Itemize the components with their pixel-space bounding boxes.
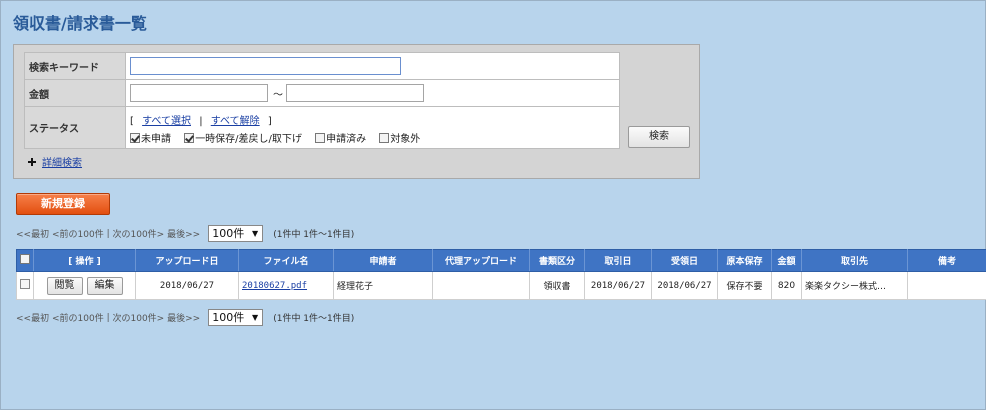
- checkbox-icon[interactable]: [20, 254, 30, 264]
- cell-proxy-upload: [432, 271, 530, 300]
- status-applied-label: 申請済み: [326, 134, 367, 145]
- per-page-value: 100件: [212, 311, 245, 324]
- table-header-row: [ 操作 ] アップロード日 ファイル名 申請者 代理アップロード 書類区分 取…: [16, 249, 986, 272]
- result-count: (1件中 1件～1件目): [273, 230, 355, 240]
- col-proxy-upload[interactable]: 代理アップロード: [432, 249, 530, 272]
- per-page-value: 100件: [212, 227, 245, 240]
- checkbox-checked-icon[interactable]: [130, 133, 140, 143]
- advanced-search-link[interactable]: 詳細検索: [42, 158, 82, 169]
- checkbox-icon[interactable]: [379, 133, 390, 143]
- col-amount[interactable]: 金額: [771, 249, 802, 272]
- amount-separator: ～: [273, 89, 283, 101]
- cell-applicant: 経理花子: [333, 271, 433, 300]
- select-all-checkbox[interactable]: [16, 249, 34, 272]
- col-file-name[interactable]: ファイル名: [238, 249, 334, 272]
- status-unapplied[interactable]: 未申請: [130, 133, 171, 145]
- deselect-all-link[interactable]: すべて解除: [211, 116, 260, 127]
- link-separator: |: [199, 116, 203, 127]
- bracket-close: ]: [267, 116, 272, 127]
- select-all-link[interactable]: すべて選択: [142, 116, 191, 127]
- new-register-button[interactable]: 新規登録: [16, 193, 110, 215]
- amount-to-input[interactable]: [286, 84, 424, 102]
- keyword-label: 検索キーワード: [24, 52, 126, 80]
- page-title: 領収書/請求書一覧: [13, 14, 147, 33]
- keyword-input[interactable]: [130, 57, 401, 75]
- col-received-date[interactable]: 受領日: [651, 249, 718, 272]
- cell-note: [907, 271, 986, 300]
- results-table: [ 操作 ] アップロード日 ファイル名 申請者 代理アップロード 書類区分 取…: [16, 249, 986, 300]
- chevron-down-icon: ▼: [252, 313, 259, 322]
- row-select[interactable]: [16, 271, 34, 300]
- cell-original-storage: 保存不要: [717, 271, 772, 300]
- file-name-link[interactable]: 20180627.pdf: [242, 281, 307, 291]
- cell-doc-type: 領収書: [529, 271, 585, 300]
- pager-bottom: <<最初 <前の100件 | 次の100件> 最後>> 100件 ▼ (1件中 1…: [16, 309, 354, 326]
- pager-last[interactable]: 最後>>: [167, 311, 200, 324]
- chevron-down-icon: ▼: [252, 229, 259, 238]
- view-button[interactable]: 閲覧: [46, 276, 83, 295]
- pager-prev[interactable]: <前の100件: [52, 227, 104, 240]
- checkbox-icon[interactable]: [20, 279, 30, 289]
- cell-transaction-date: 2018/06/27: [584, 271, 652, 300]
- pager-sep: |: [106, 228, 110, 239]
- result-count: (1件中 1件～1件目): [273, 314, 355, 324]
- status-excluded-label: 対象外: [390, 134, 421, 145]
- search-form-table: 検索キーワード 金額 ～ ステータス [ すべて選択 | すべて解除 ] 未申請: [24, 52, 620, 149]
- status-draft-label: 一時保存/差戻し/取下げ: [195, 134, 302, 145]
- search-panel: 検索キーワード 金額 ～ ステータス [ すべて選択 | すべて解除 ] 未申請: [13, 44, 700, 179]
- advanced-search-toggle[interactable]: 詳細検索: [28, 154, 82, 169]
- table-row: 閲覧 編集 2018/06/27 20180627.pdf 経理花子 領収書 20…: [16, 271, 986, 300]
- pager-next[interactable]: 次の100件>: [113, 227, 165, 240]
- status-unapplied-label: 未申請: [141, 134, 171, 145]
- cell-amount: 820: [771, 271, 802, 300]
- pager-next[interactable]: 次の100件>: [113, 311, 165, 324]
- pager-first[interactable]: <<最初: [16, 227, 49, 240]
- status-applied[interactable]: 申請済み: [315, 133, 367, 145]
- checkbox-icon[interactable]: [315, 133, 326, 143]
- cell-counterparty: 楽楽タクシー株式…: [801, 271, 908, 300]
- per-page-select[interactable]: 100件 ▼: [208, 309, 264, 326]
- col-doc-type[interactable]: 書類区分: [529, 249, 585, 272]
- pager-first[interactable]: <<最初: [16, 311, 49, 324]
- col-counterparty[interactable]: 取引先: [801, 249, 908, 272]
- status-label: ステータス: [24, 106, 126, 149]
- pager-sep: |: [106, 312, 110, 323]
- col-transaction-date[interactable]: 取引日: [584, 249, 652, 272]
- col-operation: [ 操作 ]: [33, 249, 136, 272]
- cell-received-date: 2018/06/27: [651, 271, 718, 300]
- search-button[interactable]: 検索: [628, 126, 690, 148]
- checkbox-checked-icon[interactable]: [184, 133, 195, 143]
- status-excluded[interactable]: 対象外: [379, 133, 421, 145]
- pager-last[interactable]: 最後>>: [167, 227, 200, 240]
- bracket-open: [: [130, 116, 134, 127]
- edit-button[interactable]: 編集: [86, 276, 123, 295]
- col-note[interactable]: 備考: [907, 249, 986, 272]
- col-upload-date[interactable]: アップロード日: [135, 249, 239, 272]
- col-original-storage[interactable]: 原本保存: [717, 249, 772, 272]
- pager-top: <<最初 <前の100件 | 次の100件> 最後>> 100件 ▼ (1件中 1…: [16, 225, 354, 242]
- cell-upload-date: 2018/06/27: [135, 271, 239, 300]
- col-applicant[interactable]: 申請者: [333, 249, 433, 272]
- amount-label: 金額: [24, 79, 126, 107]
- pager-prev[interactable]: <前の100件: [52, 311, 104, 324]
- plus-icon[interactable]: [28, 158, 36, 166]
- status-draft-returned[interactable]: 一時保存/差戻し/取下げ: [184, 133, 302, 145]
- per-page-select[interactable]: 100件 ▼: [208, 225, 264, 242]
- amount-from-input[interactable]: [130, 84, 268, 102]
